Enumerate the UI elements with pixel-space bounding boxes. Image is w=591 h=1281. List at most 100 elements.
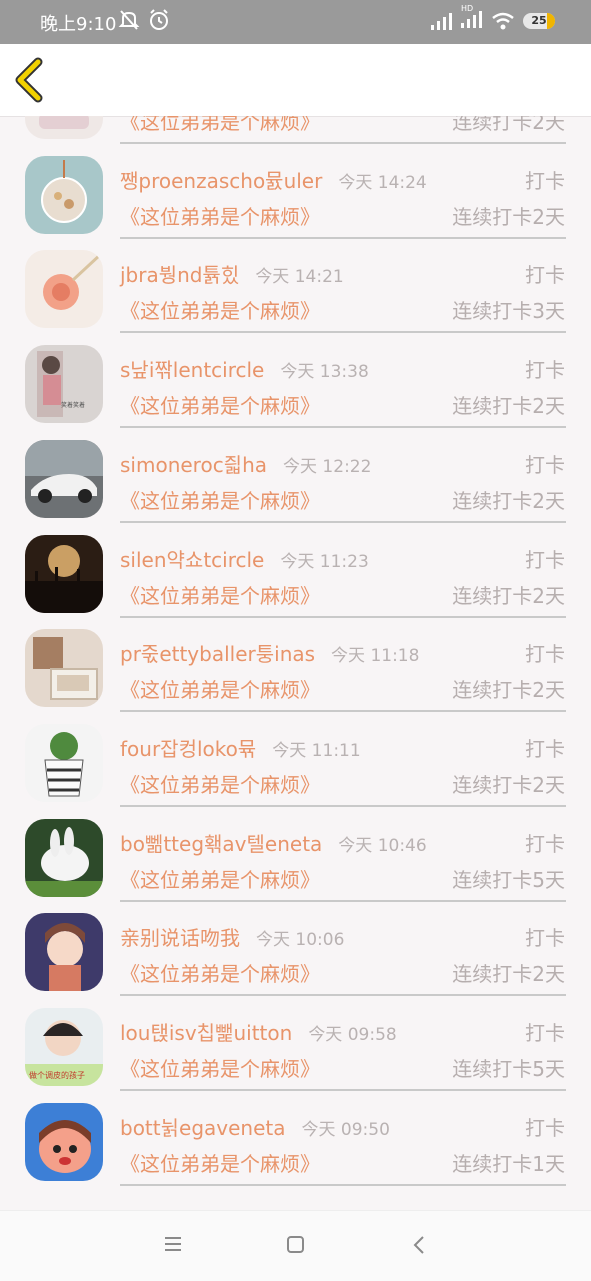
battery-level: 25 [531, 14, 547, 27]
checkin-action-label: 打卡 [525, 926, 565, 951]
user-name[interactable]: jbra붱nd튥힜 今天 14:21 [120, 259, 344, 288]
checkin-row[interactable]: silen약쇼tcircle 今天 11:23 打卡 《这位弟弟是个麻烦》 连续打卡2天 [0, 532, 591, 627]
silent-icon [118, 10, 140, 30]
user-avatar[interactable] [25, 116, 103, 139]
checkin-time: 今天 12:22 [283, 456, 372, 477]
checkin-time: 今天 11:23 [280, 551, 369, 572]
checkin-row[interactable]: 亲别说话吻我 今天 10:06 打卡《这位弟弟是个麻烦》 连续打卡2天 [0, 910, 591, 1005]
user-avatar[interactable] [25, 818, 103, 897]
user-name-text: jbra붱nd튥힜 [120, 263, 240, 288]
book-title[interactable]: 《这位弟弟是个麻烦》 [120, 769, 320, 798]
user-name[interactable]: bo뻶tteg홲av텔eneta 今天 10:46 [120, 828, 427, 857]
user-name-text: silen약쇼tcircle [120, 547, 265, 572]
user-name-text: lou탡isv칩뺉uitton [120, 1021, 293, 1045]
book-title[interactable]: 《这位弟弟是个麻烦》 [120, 1148, 320, 1177]
svg-text:做个调皮的孩子: 做个调皮的孩子 [29, 1070, 85, 1080]
system-nav-bar [0, 1210, 591, 1281]
user-avatar[interactable] [25, 1102, 103, 1181]
checkin-action-label: 打卡 [525, 1115, 565, 1140]
user-avatar[interactable] [25, 439, 103, 518]
home-button[interactable] [286, 1235, 306, 1259]
user-name[interactable]: silen약쇼tcircle 今天 11:23 [120, 544, 369, 573]
back-button[interactable] [10, 56, 54, 104]
row-divider [120, 426, 566, 429]
user-avatar[interactable] [25, 629, 103, 708]
book-title[interactable]: 《这位弟弟是个麻烦》 [120, 295, 320, 324]
checkin-row[interactable]: simoneroc즯ha 今天 12:22 打卡《这位弟弟是个麻烦》 连续打卡2天 [0, 437, 591, 532]
top-app-bar [0, 44, 591, 117]
status-bar: 晚上9:10 HD 25 [0, 0, 591, 44]
checkin-action-label: 打卡 [525, 263, 565, 288]
user-avatar[interactable]: 笑着笑着 [25, 345, 103, 424]
user-avatar[interactable] [25, 534, 103, 613]
checkin-row[interactable]: bo뻶tteg홲av텔eneta 今天 10:46 打卡 《这位弟弟是个麻烦》 连续打卡… [0, 816, 591, 911]
user-name[interactable]: four잡컹loko뮦 今天 11:11 [120, 733, 361, 762]
checkin-row[interactable]: pr죿ettyballer퉁inas 今天 11:18 打卡 《这位弟弟是个麻烦》 连续… [0, 626, 591, 721]
user-name[interactable]: simoneroc즯ha 今天 12:22 [120, 449, 371, 478]
row-divider [120, 994, 566, 997]
checkin-time: 今天 10:06 [256, 930, 345, 951]
checkin-action-label: 打卡 [525, 547, 565, 572]
user-name[interactable]: pr죿ettyballer퉁inas 今天 11:18 [120, 638, 419, 667]
checkin-row[interactable]: 쨍proenzascho뮰uler 今天 14:24 打卡《这位弟弟是个麻烦》 连续打… [0, 153, 591, 248]
alarm-icon [150, 9, 168, 30]
checkin-row[interactable]: four잡컹loko뮦 今天 11:11 打卡 《这位弟弟是个麻烦》 连续打卡2天 [0, 721, 591, 816]
row-divider [120, 1089, 566, 1091]
user-name[interactable]: 亲别说话吻我 今天 10:06 [120, 922, 344, 951]
menu-button[interactable] [163, 1235, 183, 1257]
checkin-row[interactable]: 笑着笑着 s낲i짞lentcircle 今天 13:38 打卡 《这位弟弟是个麻烦》 连续… [0, 342, 591, 437]
user-name-text: s낲i짞lentcircle [120, 358, 265, 383]
user-name[interactable]: s낲i짞lentcircle 今天 13:38 [120, 354, 369, 383]
streak-label: 连续打卡2天 [452, 394, 565, 419]
book-title[interactable]: 《这位弟弟是个麻烦》 [120, 958, 320, 987]
streak-label: 连续打卡2天 [452, 962, 565, 987]
user-name-text: bo뻶tteg홲av텔eneta [120, 831, 323, 856]
book-title[interactable]: 《这位弟弟是个麻烦》 [120, 390, 320, 419]
chevron-left-icon [15, 57, 43, 103]
user-name-text: four잡컹loko뮦 [120, 736, 257, 761]
book-title[interactable]: 《这位弟弟是个麻烦》 [120, 485, 320, 514]
status-time: 晚上9:10 [40, 14, 117, 35]
checkin-row[interactable]: 做个调皮的孩子 lou탡isv칩뺉uitton 今天 09:58 打卡《这位弟弟是个麻… [0, 1005, 591, 1100]
streak-label: 连续打卡3天 [452, 299, 565, 324]
user-name[interactable]: lou탡isv칩뺉uitton 今天 09:58 [120, 1017, 397, 1046]
checkin-row[interactable]: bott뉡egaveneta 今天 09:50 打卡《这位弟弟是个麻烦》 连续打卡1天 [0, 1100, 591, 1195]
checkin-row[interactable]: jbra붱nd튥힜 今天 14:21 打卡《这位弟弟是个麻烦》 连续打卡3天 [0, 247, 591, 342]
checkin-time: 今天 13:38 [280, 362, 369, 383]
checkin-time: 今天 11:11 [272, 740, 361, 761]
book-title[interactable]: 《这位弟弟是个麻烦》 [120, 116, 320, 135]
square-home-icon [287, 1236, 304, 1253]
user-name[interactable]: bott뉡egaveneta 今天 09:50 [120, 1112, 390, 1141]
checkin-action-label: 打卡 [525, 452, 565, 477]
user-name-text: 亲别说话吻我 [120, 926, 240, 951]
checkin-time: 今天 10:46 [338, 835, 427, 856]
checkin-action-label: 打卡 [525, 736, 565, 761]
user-avatar[interactable] [25, 913, 103, 992]
user-avatar[interactable] [25, 155, 103, 234]
checkin-list[interactable]: 《这位弟弟是个麻烦》 连续打卡2天 쨍proenzascho뮰uler 今天 14:2… [0, 116, 591, 1210]
checkin-action-label: 打卡 [525, 1021, 565, 1045]
user-avatar[interactable]: 做个调皮的孩子 [25, 1008, 103, 1086]
book-title[interactable]: 《这位弟弟是个麻烦》 [120, 580, 320, 609]
book-title[interactable]: 《这位弟弟是个麻烦》 [120, 1053, 320, 1082]
streak-label: 连续打卡2天 [452, 678, 565, 703]
user-avatar[interactable] [25, 723, 103, 802]
book-title[interactable]: 《这位弟弟是个麻烦》 [120, 864, 320, 893]
streak-label: 连续打卡2天 [452, 488, 565, 513]
row-divider [120, 142, 566, 144]
row-divider [120, 615, 566, 618]
battery-indicator: 25 [523, 13, 555, 29]
book-title[interactable]: 《这位弟弟是个麻烦》 [120, 201, 320, 230]
checkin-row[interactable]: 《这位弟弟是个麻烦》 连续打卡2天 [0, 116, 591, 153]
checkin-time: 今天 11:18 [331, 646, 420, 667]
user-name[interactable]: 쨍proenzascho뮰uler 今天 14:24 [120, 165, 427, 194]
row-divider [120, 1183, 566, 1186]
streak-label: 连续打卡2天 [452, 204, 565, 229]
checkin-time: 今天 09:50 [301, 1119, 390, 1140]
system-back-button[interactable] [410, 1235, 430, 1259]
checkin-action-label: 打卡 [525, 168, 565, 193]
streak-label: 连续打卡1天 [452, 1151, 565, 1176]
book-title[interactable]: 《这位弟弟是个麻烦》 [120, 674, 320, 703]
user-avatar[interactable] [25, 250, 103, 329]
row-divider [120, 710, 566, 713]
